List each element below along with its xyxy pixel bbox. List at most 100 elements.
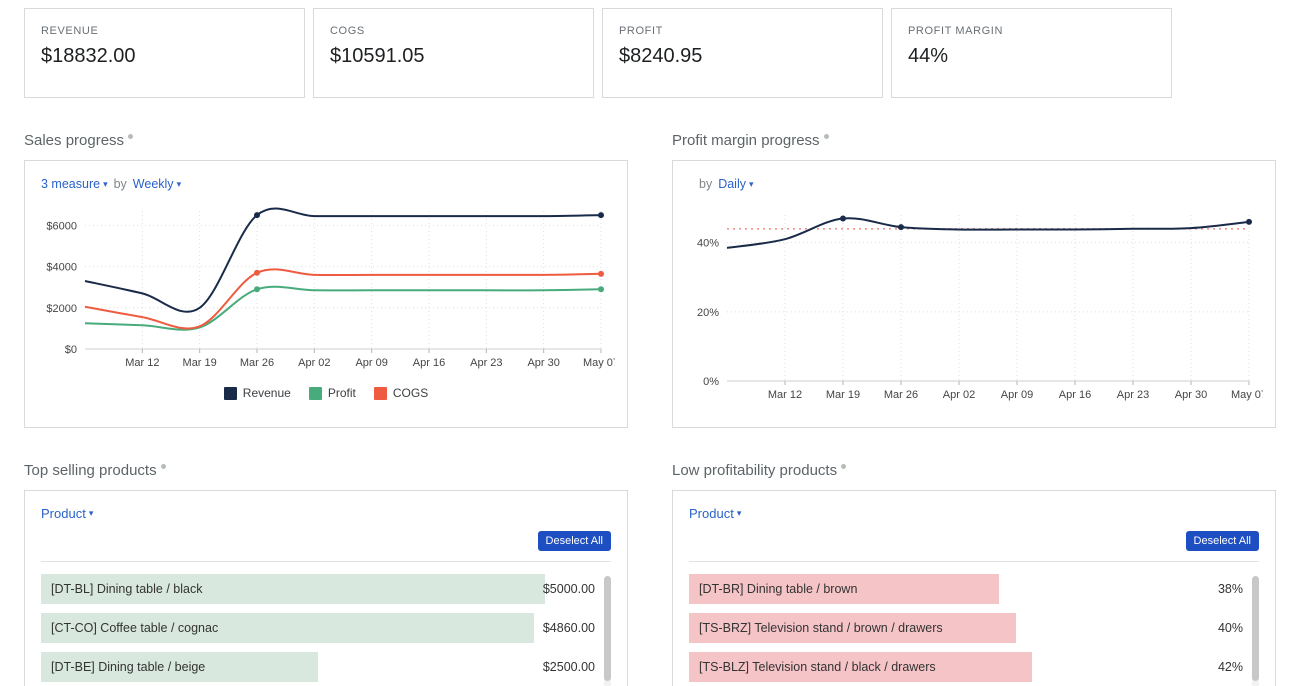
row-value: $5000.00 bbox=[543, 574, 595, 604]
tile-title: Profit margin progress bbox=[672, 132, 1276, 150]
info-dot-icon[interactable] bbox=[161, 464, 166, 469]
info-dot-icon[interactable] bbox=[128, 134, 133, 139]
info-dot-icon[interactable] bbox=[841, 464, 846, 469]
legend-swatch-icon bbox=[224, 387, 237, 400]
deselect-all-button[interactable]: Deselect All bbox=[1186, 531, 1259, 551]
charts-row: Sales progress 3 measure ▾ by Weekly ▾ $… bbox=[24, 132, 1276, 428]
tile-title: Low profitability products bbox=[672, 462, 1276, 480]
svg-text:Mar 26: Mar 26 bbox=[884, 389, 918, 401]
kpi-label: COGS bbox=[330, 25, 577, 37]
low-profit-rows: [DT-BR] Dining table / brown38% [TS-BRZ] … bbox=[689, 574, 1259, 682]
deselect-row: Deselect All bbox=[689, 531, 1259, 551]
row-label: [DT-BR] Dining table / brown bbox=[699, 574, 857, 604]
chevron-down-icon: ▾ bbox=[177, 180, 182, 189]
table-row[interactable]: [DT-BE] Dining table / beige $2500.00 bbox=[41, 652, 595, 682]
top-products-card: Product ▾ Deselect All [DT-BL] Dining ta… bbox=[24, 490, 628, 686]
row-label: [DT-BL] Dining table / black bbox=[51, 574, 202, 604]
svg-text:$4000: $4000 bbox=[46, 262, 77, 274]
legend-swatch-icon bbox=[374, 387, 387, 400]
row-value: $2500.00 bbox=[543, 652, 595, 682]
deselect-all-button[interactable]: Deselect All bbox=[538, 531, 611, 551]
table-row[interactable]: [TS-BLZ] Television stand / black / draw… bbox=[689, 652, 1243, 682]
legend-swatch-icon bbox=[309, 387, 322, 400]
svg-text:Apr 02: Apr 02 bbox=[298, 357, 330, 369]
legend-label: Revenue bbox=[243, 386, 291, 400]
svg-text:Mar 26: Mar 26 bbox=[240, 357, 274, 369]
margin-line-chart: 0%20%40%Mar 12Mar 19Mar 26Apr 02Apr 09Ap… bbox=[687, 199, 1263, 409]
svg-text:May 07: May 07 bbox=[583, 357, 615, 369]
tables-row: Top selling products Product ▾ Deselect … bbox=[24, 462, 1276, 686]
low-profitability-products-tile: Low profitability products Product ▾ Des… bbox=[672, 462, 1276, 686]
svg-text:Apr 16: Apr 16 bbox=[1059, 389, 1091, 401]
svg-text:$0: $0 bbox=[65, 344, 77, 356]
table-row[interactable]: [CT-CO] Coffee table / cognac$4860.00 bbox=[41, 613, 595, 643]
period-dropdown-label: Weekly bbox=[133, 177, 174, 191]
svg-text:Apr 09: Apr 09 bbox=[1001, 389, 1033, 401]
tile-title-text: Low profitability products bbox=[672, 462, 837, 480]
kpi-label: REVENUE bbox=[41, 25, 288, 37]
scrollbar-thumb[interactable] bbox=[1252, 576, 1259, 681]
svg-text:Mar 19: Mar 19 bbox=[826, 389, 860, 401]
kpi-card-profit: PROFIT $8240.95 bbox=[602, 8, 883, 98]
sales-chart-card: 3 measure ▾ by Weekly ▾ $0$2000$4000$600… bbox=[24, 160, 628, 428]
kpi-value: $10591.05 bbox=[330, 45, 577, 68]
measure-dropdown[interactable]: 3 measure ▾ bbox=[41, 177, 108, 191]
chevron-down-icon: ▾ bbox=[103, 180, 108, 189]
legend-label: Profit bbox=[328, 386, 356, 400]
top-selling-products-tile: Top selling products Product ▾ Deselect … bbox=[24, 462, 628, 686]
kpi-label: PROFIT bbox=[619, 25, 866, 37]
svg-text:40%: 40% bbox=[697, 238, 719, 250]
chart-controls: by Daily ▾ bbox=[687, 173, 1261, 199]
row-value: 42% bbox=[1218, 652, 1243, 682]
svg-text:$2000: $2000 bbox=[46, 303, 77, 315]
product-column-dropdown[interactable]: Product ▾ bbox=[41, 506, 93, 521]
scrollbar-track[interactable] bbox=[1252, 576, 1259, 686]
svg-text:May 07: May 07 bbox=[1231, 389, 1263, 401]
legend-item[interactable]: Profit bbox=[309, 386, 356, 400]
measure-dropdown-label: 3 measure bbox=[41, 177, 100, 191]
legend-item[interactable]: COGS bbox=[374, 386, 428, 400]
svg-text:20%: 20% bbox=[697, 307, 719, 319]
period-dropdown[interactable]: Daily ▾ bbox=[718, 177, 753, 191]
kpi-card-cogs: COGS $10591.05 bbox=[313, 8, 594, 98]
scrollbar-thumb[interactable] bbox=[604, 576, 611, 681]
kpi-row: REVENUE $18832.00 COGS $10591.05 PROFIT … bbox=[24, 8, 1172, 98]
top-products-rows: [DT-BL] Dining table / black $5000.00 [CT-… bbox=[41, 574, 611, 682]
tile-title: Top selling products bbox=[24, 462, 628, 480]
svg-text:Apr 02: Apr 02 bbox=[943, 389, 975, 401]
chart-controls: 3 measure ▾ by Weekly ▾ bbox=[39, 173, 613, 199]
tile-title: Sales progress bbox=[24, 132, 628, 150]
margin-chart-card: by Daily ▾ 0%20%40%Mar 12Mar 19Mar 26Apr… bbox=[672, 160, 1276, 428]
table-row[interactable]: [TS-BRZ] Television stand / brown / draw… bbox=[689, 613, 1243, 643]
by-label: by bbox=[114, 177, 127, 191]
period-dropdown-label: Daily bbox=[718, 177, 746, 191]
svg-text:Mar 12: Mar 12 bbox=[768, 389, 802, 401]
kpi-value: $18832.00 bbox=[41, 45, 288, 68]
table-row[interactable]: [DT-BR] Dining table / brown38% bbox=[689, 574, 1243, 604]
row-label: [DT-BE] Dining table / beige bbox=[51, 652, 205, 682]
kpi-value: 44% bbox=[908, 45, 1155, 68]
svg-text:Mar 12: Mar 12 bbox=[125, 357, 159, 369]
kpi-label: PROFIT MARGIN bbox=[908, 25, 1155, 37]
tile-title-text: Sales progress bbox=[24, 132, 124, 150]
table-header: Product ▾ Deselect All bbox=[41, 505, 611, 551]
tile-title-text: Profit margin progress bbox=[672, 132, 820, 150]
chevron-down-icon: ▾ bbox=[749, 180, 754, 189]
tile-title-text: Top selling products bbox=[24, 462, 157, 480]
table-row[interactable]: [DT-BL] Dining table / black $5000.00 bbox=[41, 574, 595, 604]
row-label: [TS-BRZ] Television stand / brown / draw… bbox=[699, 613, 943, 643]
svg-text:Mar 19: Mar 19 bbox=[183, 357, 217, 369]
svg-text:Apr 30: Apr 30 bbox=[527, 357, 559, 369]
chevron-down-icon: ▾ bbox=[737, 509, 742, 518]
legend-label: COGS bbox=[393, 386, 428, 400]
column-dropdown-label: Product bbox=[41, 506, 86, 521]
sales-line-chart: $0$2000$4000$6000Mar 12Mar 19Mar 26Apr 0… bbox=[39, 199, 615, 377]
info-dot-icon[interactable] bbox=[824, 134, 829, 139]
by-label: by bbox=[699, 177, 712, 191]
scrollbar-track[interactable] bbox=[604, 576, 611, 686]
dashboard-page: REVENUE $18832.00 COGS $10591.05 PROFIT … bbox=[0, 0, 1300, 686]
legend-item[interactable]: Revenue bbox=[224, 386, 291, 400]
period-dropdown[interactable]: Weekly ▾ bbox=[133, 177, 181, 191]
product-column-dropdown[interactable]: Product ▾ bbox=[689, 506, 741, 521]
chart-legend: Revenue Profit COGS bbox=[39, 386, 613, 400]
